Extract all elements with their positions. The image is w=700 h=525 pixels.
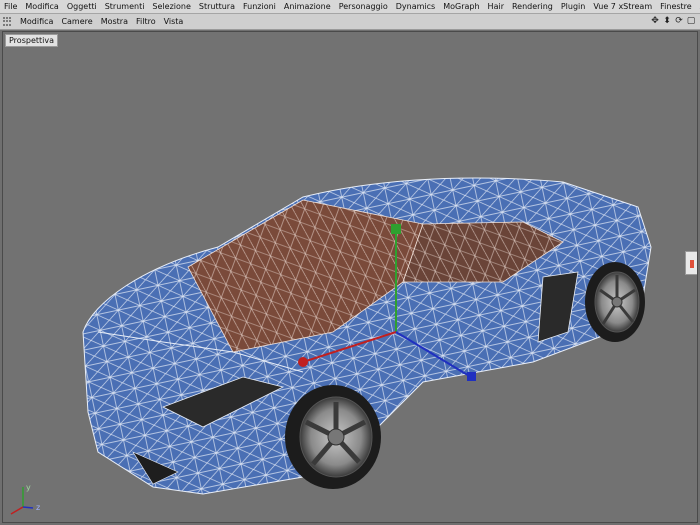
menu-item-modifica[interactable]: Modifica (21, 0, 62, 14)
menu-item-strumenti[interactable]: Strumenti (101, 0, 149, 14)
axis-y-handle[interactable] (391, 224, 401, 234)
menu-item-hair[interactable]: Hair (484, 0, 508, 14)
menu-item-finestre[interactable]: Finestre (656, 0, 696, 14)
menu-item-aiuto[interactable]: Aiuto (696, 0, 700, 14)
main-menubar: File Modifica Oggetti Strumenti Selezione Str… (0, 0, 700, 14)
viewport-menu-filtro[interactable]: Filtro (132, 17, 160, 26)
menu-item-personaggio[interactable]: Personaggio (335, 0, 392, 14)
menu-item-oggetti[interactable]: Oggetti (63, 0, 101, 14)
menu-item-file[interactable]: File (0, 0, 21, 14)
zoom-view-icon[interactable]: ⬍ (662, 16, 672, 26)
menu-item-animazione[interactable]: Animazione (280, 0, 335, 14)
viewport-menu-modifica[interactable]: Modifica (16, 17, 57, 26)
viewport-menubar: Modifica Camere Mostra Filtro Vista ✥ ⬍ ⟳ ▢ (0, 14, 700, 30)
panel-grip-icon[interactable] (3, 16, 13, 27)
front-wheel[interactable] (285, 385, 381, 489)
menu-item-plugin[interactable]: Plugin (557, 0, 590, 14)
viewport-menu-mostra[interactable]: Mostra (97, 17, 132, 26)
viewport-menu-camere[interactable]: Camere (57, 17, 96, 26)
axis-y-label: y (26, 483, 31, 492)
menu-item-selezione[interactable]: Selezione (148, 0, 194, 14)
car-wireframe-scene[interactable]: y z (3, 32, 697, 522)
menu-item-dynamics[interactable]: Dynamics (392, 0, 439, 14)
menu-item-vue-7-xstream[interactable]: Vue 7 xStream (589, 0, 656, 14)
world-axis-indicator: y z (10, 483, 40, 515)
menu-item-struttura[interactable]: Struttura (195, 0, 239, 14)
menu-item-rendering[interactable]: Rendering (508, 0, 557, 14)
axis-z-label: z (36, 503, 40, 512)
rotate-view-icon[interactable]: ⟳ (674, 16, 684, 26)
menu-item-mograph[interactable]: MoGraph (439, 0, 483, 14)
rear-wheel[interactable] (585, 262, 645, 342)
viewport-menu-vista[interactable]: Vista (160, 17, 188, 26)
maximize-view-icon[interactable]: ▢ (686, 16, 696, 26)
move-view-icon[interactable]: ✥ (650, 16, 660, 26)
axis-x-handle[interactable] (298, 357, 308, 367)
menu-item-funzioni[interactable]: Funzioni (239, 0, 280, 14)
axis-z-handle[interactable] (467, 372, 476, 381)
perspective-viewport[interactable]: Prospettiva y z (2, 31, 698, 523)
side-panel-tab[interactable] (685, 251, 697, 275)
viewport-nav-icons: ✥ ⬍ ⟳ ▢ (650, 16, 696, 26)
